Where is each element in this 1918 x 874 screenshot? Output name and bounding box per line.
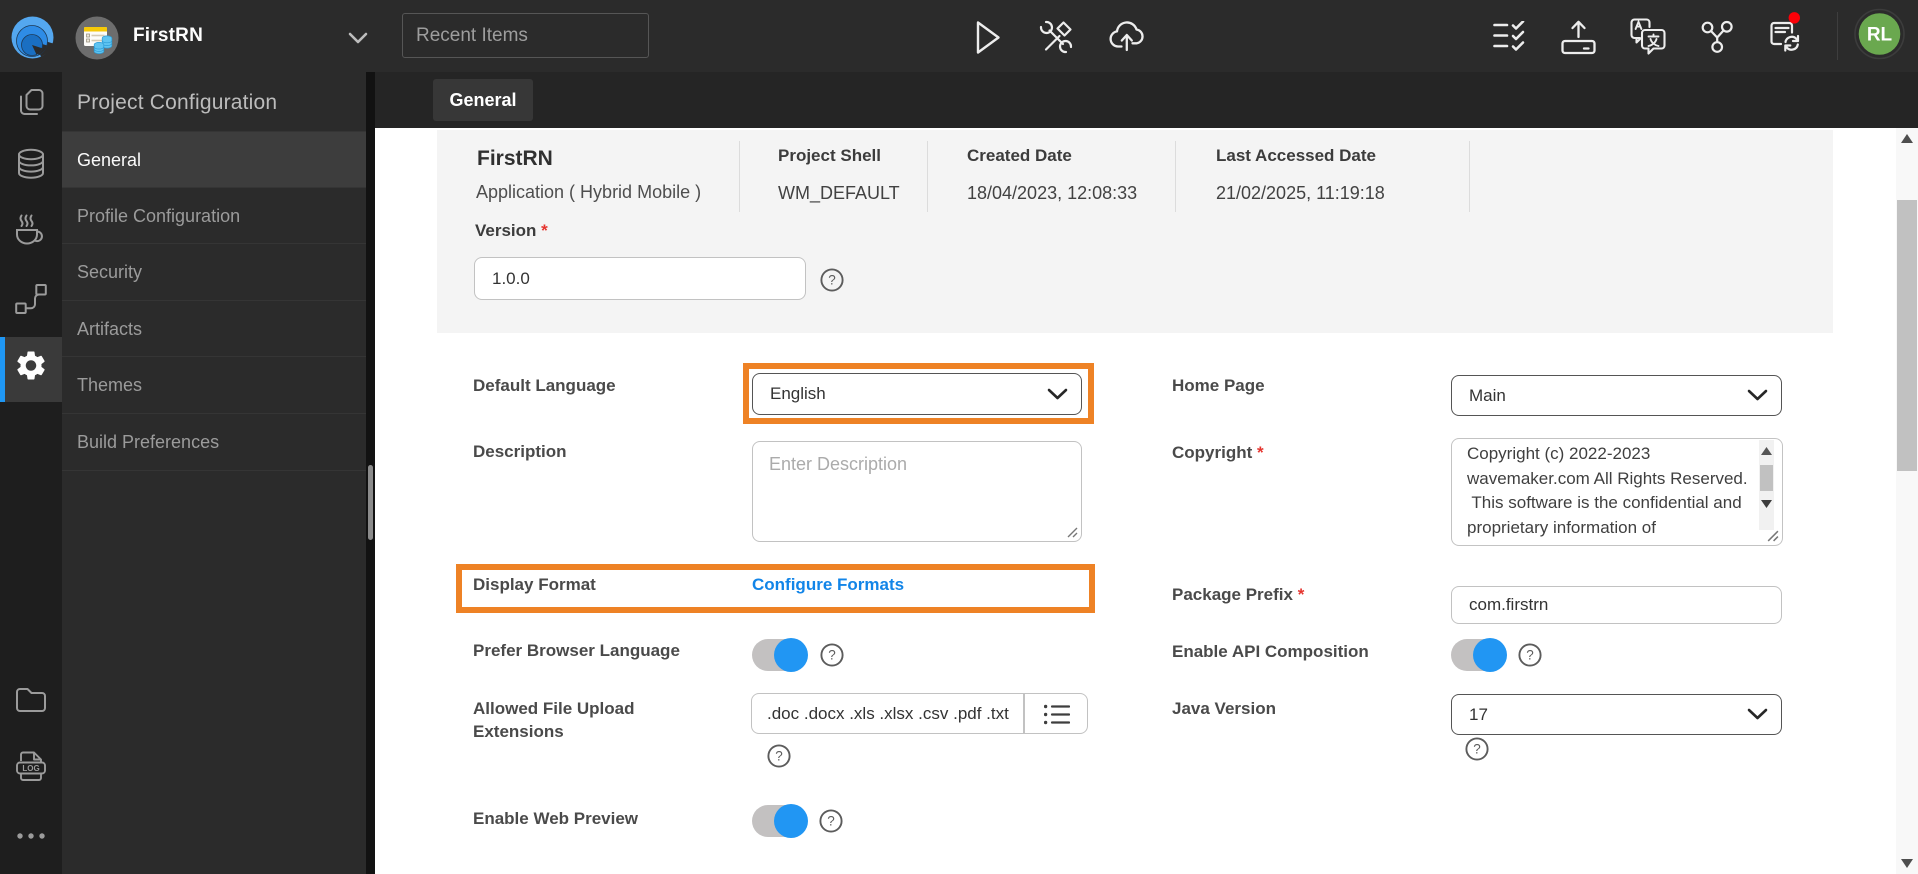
svg-text:?: ?	[775, 748, 783, 763]
svg-text:LOG: LOG	[22, 764, 39, 773]
svg-text:RL: RL	[1867, 25, 1893, 46]
svg-text:?: ?	[828, 272, 836, 287]
svg-text:?: ?	[828, 647, 836, 662]
svg-text:?: ?	[1526, 647, 1534, 662]
svg-text:?: ?	[827, 813, 835, 828]
svg-text:?: ?	[1473, 741, 1481, 756]
